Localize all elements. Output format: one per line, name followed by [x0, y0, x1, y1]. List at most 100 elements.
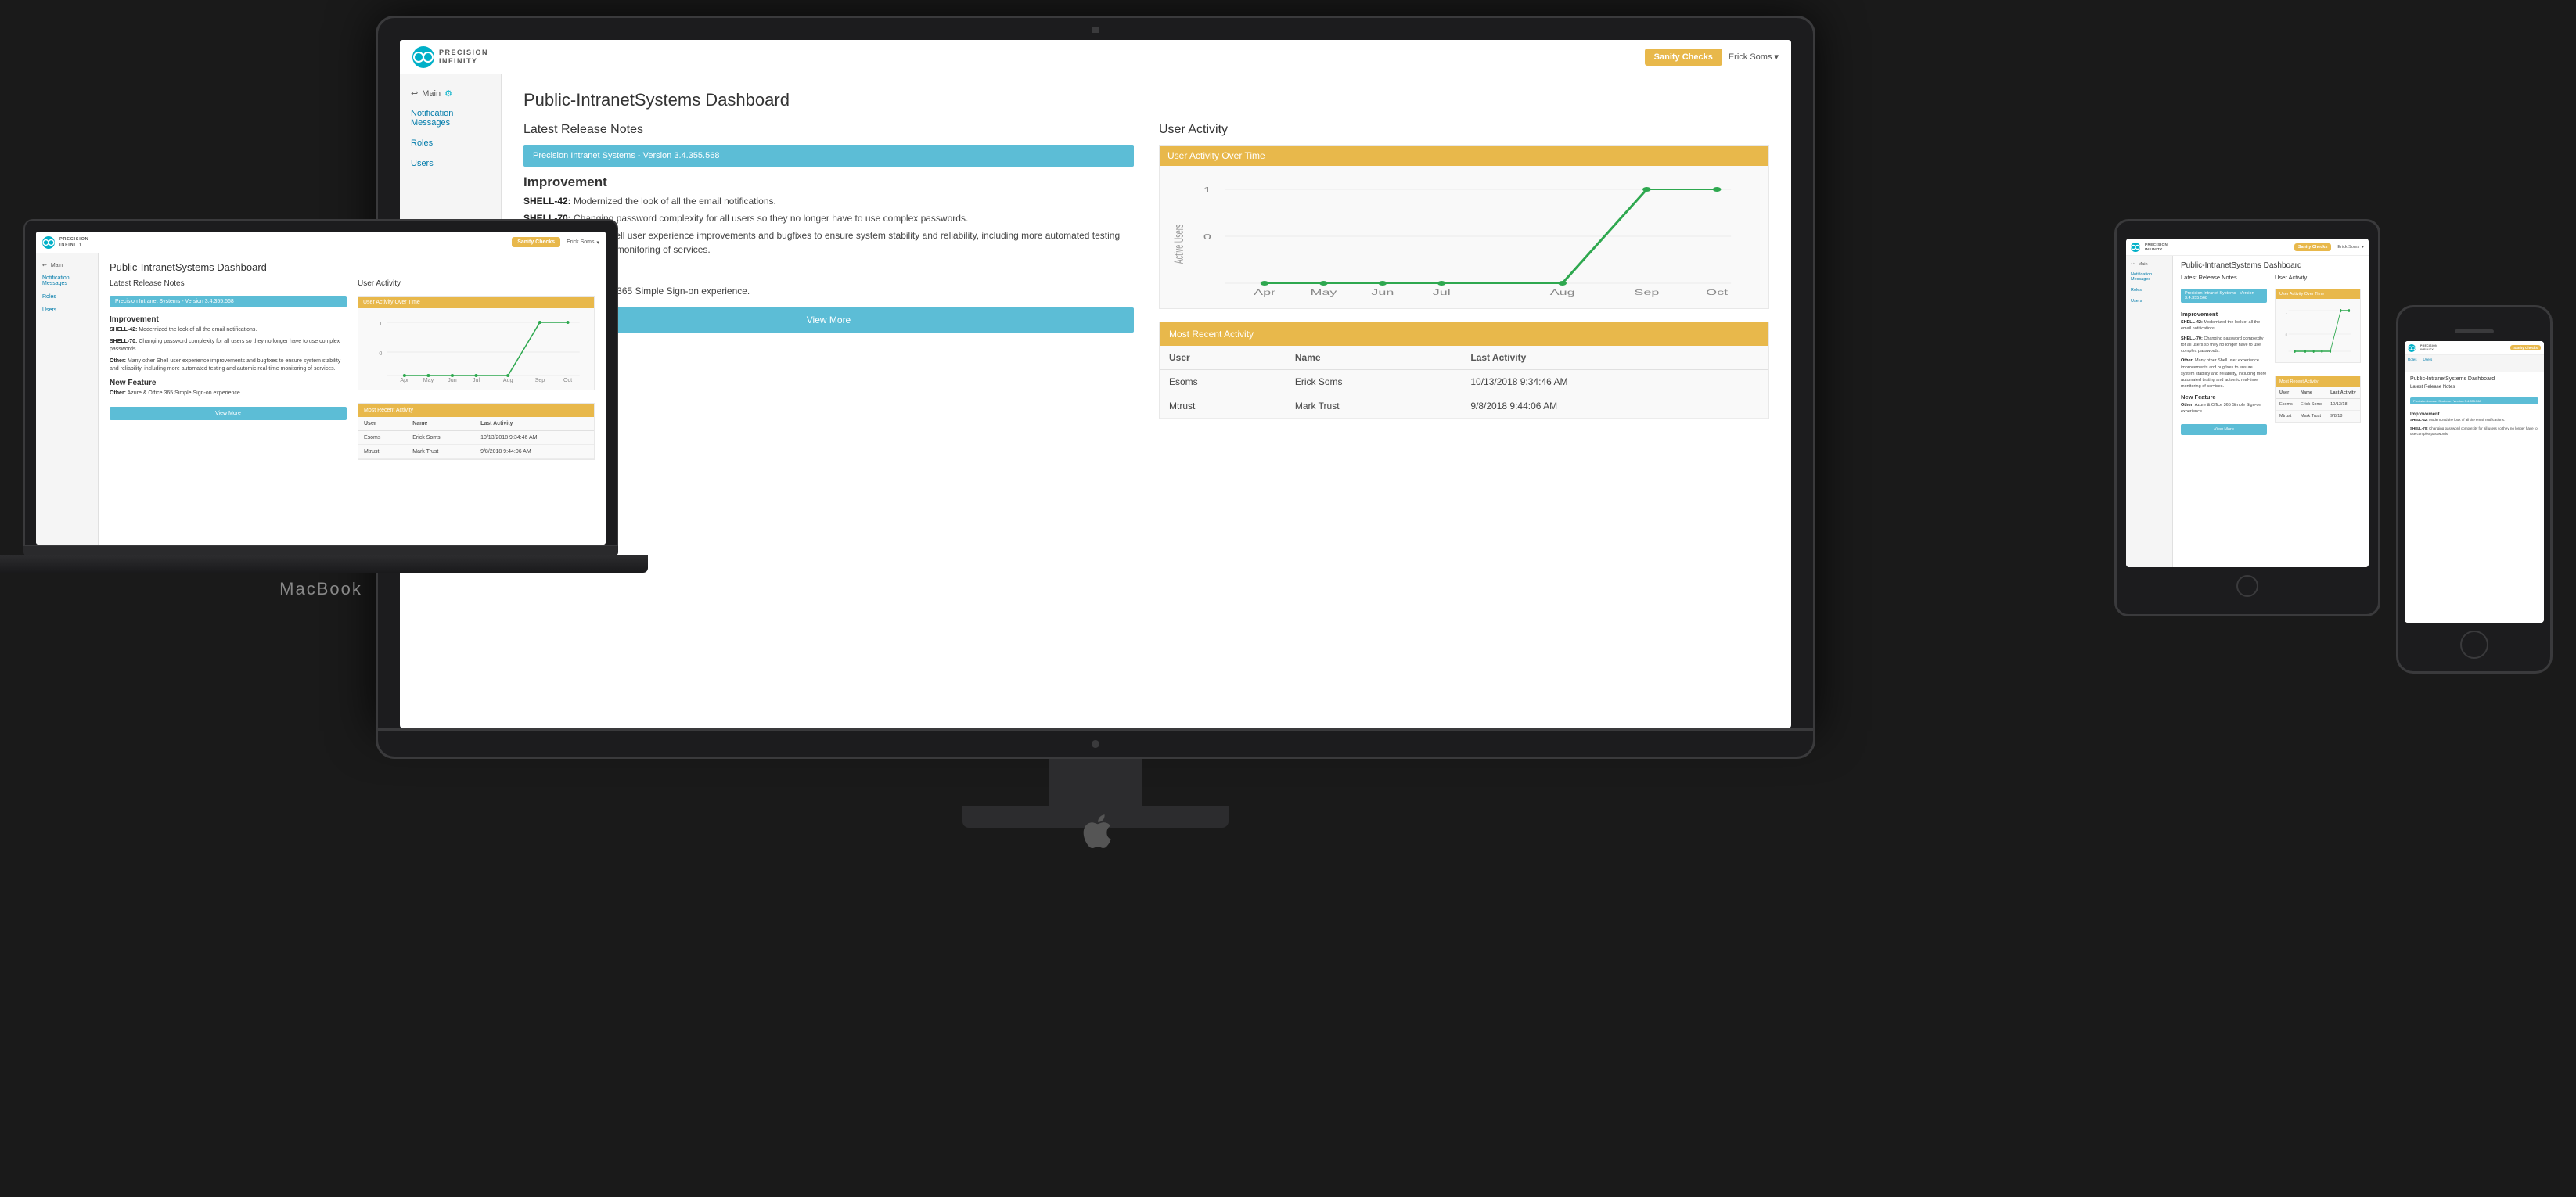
tablet-release-heading: Latest Release Notes: [2181, 274, 2267, 281]
most-recent-activity-header: Most Recent Activity: [1160, 322, 1768, 346]
tablet-logo: PRECISION INFINITY: [2131, 243, 2168, 252]
tablet-user-activity-heading: User Activity: [2275, 274, 2361, 281]
laptop-logo-text: PRECISION INFINITY: [59, 237, 88, 247]
sidebar-item-users[interactable]: Users: [400, 153, 501, 174]
tablet-view-more-button[interactable]: View More: [2181, 424, 2267, 435]
laptop-user-activity-heading: User Activity: [358, 279, 595, 288]
laptop-activity-table: Most Recent Activity User Name Last Acti…: [358, 403, 595, 460]
svg-text:Aug: Aug: [1550, 289, 1575, 297]
cell-last-activity: 9/8/2018 9:44:06 AM: [1461, 394, 1768, 419]
phone-app-layout: Roles Users Public-IntranetSystems Dashb…: [2405, 355, 2544, 623]
tablet-sidebar-main[interactable]: ↩ Main: [2126, 260, 2172, 269]
tablet-sidebar-roles[interactable]: Roles: [2126, 285, 2172, 296]
phone-sidebar-users[interactable]: Users: [2420, 355, 2436, 372]
phone-page-title: Public-IntranetSystems Dashboard: [2410, 376, 2538, 382]
phone-sidebar: Roles Users: [2405, 355, 2544, 372]
laptop-new-feature-heading: New Feature: [110, 379, 347, 387]
sidebar-item-roles[interactable]: Roles: [400, 133, 501, 153]
cell-name: Erick Soms: [1286, 370, 1461, 394]
tablet-right-col: User Activity User Activity Over Time 0: [2275, 274, 2361, 435]
col-name: Name: [1286, 346, 1461, 370]
phone-logo-icon: [2408, 344, 2416, 352]
laptop-sidebar-main[interactable]: ↩ Main: [36, 259, 98, 271]
cell-user: Mtrust: [1160, 394, 1286, 419]
cell-name: Mark Trust: [1286, 394, 1461, 419]
laptop-other: Other: Many other Shell user experience …: [110, 358, 347, 374]
phone-sidebar-roles[interactable]: Roles: [2405, 355, 2420, 372]
phone-shell70: SHELL-70: Changing password complexity f…: [2410, 426, 2538, 437]
laptop-chart-title: User Activity Over Time: [358, 297, 594, 308]
laptop-brand-label: MacBook: [23, 579, 618, 599]
laptop-sidebar-users[interactable]: Users: [36, 304, 98, 317]
svg-text:Oct: Oct: [563, 378, 572, 383]
svg-text:Sep: Sep: [1634, 289, 1659, 297]
laptop-logo-icon: [42, 236, 55, 249]
tablet-logo-icon: [2131, 243, 2140, 252]
tablet-device: PRECISION INFINITY Sanity Checks Erick S…: [2114, 219, 2380, 616]
tablet-sidebar-users[interactable]: Users: [2126, 296, 2172, 307]
laptop-col-user: User: [358, 417, 407, 431]
laptop-sidebar-roles[interactable]: Roles: [36, 290, 98, 304]
tablet-sanity-checks-button[interactable]: Sanity Checks: [2294, 243, 2332, 251]
laptop-navbar-right: Sanity Checks Erick Soms ▾: [512, 237, 599, 247]
svg-text:Oct: Oct: [1706, 289, 1728, 297]
logo-text: PRECISION INFINITY: [439, 49, 488, 66]
phone-release-heading: Latest Release Notes: [2410, 385, 2538, 390]
phone-navbar: PRECISION INFINITY Sanity Checks: [2405, 341, 2544, 355]
phone-frame: PRECISION INFINITY Sanity Checks Roles U…: [2396, 305, 2553, 674]
chart-container: User Activity Over Time: [1159, 145, 1769, 309]
activity-table-container: Most Recent Activity User Name Last Acti…: [1159, 322, 1769, 419]
tablet-navbar-right: Sanity Checks Erick Soms▾: [2294, 243, 2364, 251]
activity-table: User Name Last Activity Esoms: [1160, 346, 1768, 419]
page-title: Public-IntranetSystems Dashboard: [523, 90, 1769, 110]
tablet-user-menu[interactable]: Erick Soms▾: [2337, 245, 2364, 250]
sidebar-item-notification-messages[interactable]: Notification Messages: [400, 103, 501, 133]
user-menu[interactable]: Erick Soms ▾: [1729, 52, 1779, 62]
laptop-table-row: Mtrust Mark Trust 9/8/2018 9:44:06 AM: [358, 445, 594, 459]
tablet-two-col: Latest Release Notes Precision Intranet …: [2181, 274, 2361, 435]
laptop-right-col: User Activity User Activity Over Time 0: [358, 279, 595, 460]
col-last-activity: Last Activity: [1461, 346, 1768, 370]
svg-text:Jul: Jul: [1433, 289, 1451, 297]
laptop-page-title: Public-IntranetSystems Dashboard: [110, 261, 595, 273]
col-user: User: [1160, 346, 1286, 370]
phone-home-button[interactable]: [2460, 631, 2488, 659]
svg-text:May: May: [423, 378, 434, 383]
svg-text:May: May: [1311, 289, 1338, 297]
laptop-sidebar-notification-messages[interactable]: Notification Messages: [36, 271, 98, 290]
svg-text:1: 1: [379, 322, 382, 327]
laptop-view-more-button[interactable]: View More: [110, 407, 347, 420]
laptop-table: User Name Last Activity Esoms Er: [358, 417, 594, 459]
laptop-user-menu[interactable]: Erick Soms ▾: [567, 239, 599, 246]
tablet-other: Other: Many other Shell user experience …: [2181, 358, 2267, 390]
monitor-chin: [376, 731, 1815, 759]
phone-sanity-checks-button[interactable]: Sanity Checks: [2510, 345, 2541, 350]
svg-text:0: 0: [379, 351, 382, 357]
tablet-chart-title: User Activity Over Time: [2276, 289, 2360, 299]
phone-screen: PRECISION INFINITY Sanity Checks Roles U…: [2405, 341, 2544, 623]
sanity-checks-button[interactable]: Sanity Checks: [1645, 49, 1722, 66]
phone-shell42: SHELL-42: Modernized the look of all the…: [2410, 418, 2538, 423]
tablet-release-card: Precision Intranet Systems - Version 3.4…: [2181, 289, 2267, 303]
chevron-down-icon: ▾: [596, 239, 599, 246]
shell42-note: SHELL-42: Modernized the look of all the…: [523, 194, 1134, 208]
phone-release-card: Precision Intranet Systems - Version 3.4…: [2410, 397, 2538, 404]
svg-text:0: 0: [1203, 233, 1211, 242]
chart-area: 0 1 Active Users Apr May Jun: [1169, 174, 1759, 299]
tablet-logo-text: PRECISION INFINITY: [2145, 243, 2168, 251]
two-col-layout: Latest Release Notes Precision Intranet …: [523, 123, 1769, 419]
laptop-sanity-checks-button[interactable]: Sanity Checks: [512, 237, 560, 247]
laptop-chart: User Activity Over Time 0 1 Apr: [358, 296, 595, 390]
tablet-activity-table: Most Recent Activity User Name Last Acti…: [2275, 376, 2361, 423]
tablet-home-button[interactable]: [2236, 575, 2258, 597]
sidebar-main-link[interactable]: ↩ Main ⚙: [400, 84, 501, 103]
arrow-right-icon: ↩: [411, 88, 418, 99]
svg-text:1: 1: [2286, 310, 2287, 315]
phone-improvement-heading: Improvement: [2410, 412, 2538, 417]
svg-text:Active Users: Active Users: [1171, 224, 1186, 264]
user-activity-heading: User Activity: [1159, 123, 1769, 137]
tablet-sidebar-notification[interactable]: Notification Messages: [2126, 269, 2172, 285]
phone-device: PRECISION INFINITY Sanity Checks Roles U…: [2396, 305, 2553, 674]
tablet-sidebar: ↩ Main Notification Messages Roles Users: [2126, 256, 2173, 567]
laptop-col-name: Name: [407, 417, 475, 431]
